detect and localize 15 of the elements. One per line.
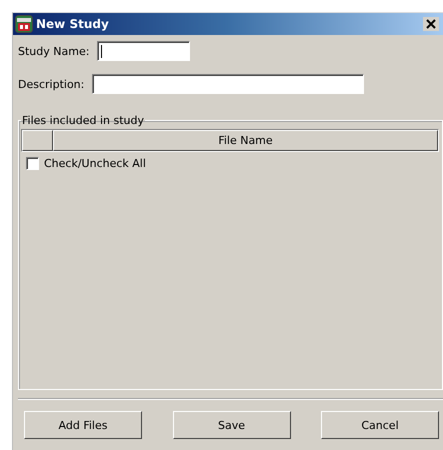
text-field[interactable] [92, 74, 364, 94]
checkbox[interactable] [26, 157, 39, 170]
dialog-button[interactable]: Add Files [24, 411, 142, 439]
app-icon [15, 15, 33, 33]
close-icon[interactable] [423, 17, 439, 31]
column-header[interactable] [22, 130, 53, 151]
field-label: Description: [18, 78, 84, 90]
dialog-button[interactable]: Save [172, 411, 290, 439]
checkbox-label[interactable]: Check/Uncheck All [44, 157, 146, 170]
group-title: Files included in study [21, 114, 145, 127]
window-title: New Study [36, 17, 110, 31]
text-field[interactable] [97, 41, 190, 61]
field-label: Study Name: [18, 44, 90, 58]
column-header[interactable]: File Name [53, 130, 438, 151]
dialog-button[interactable]: Cancel [321, 411, 439, 439]
